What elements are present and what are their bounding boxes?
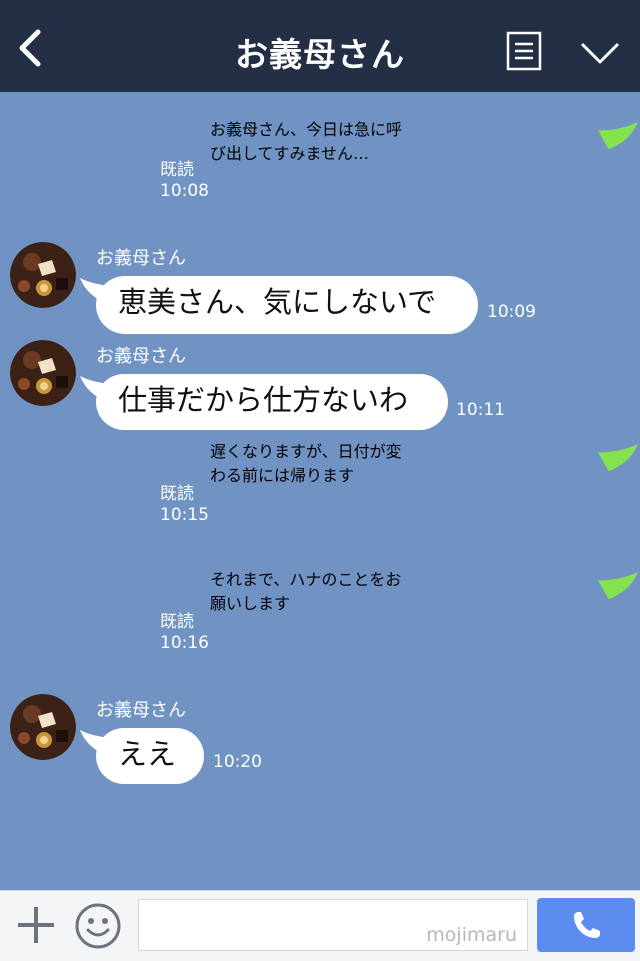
read-receipt: 既読	[160, 484, 194, 504]
message-time: 10:09	[487, 302, 536, 322]
message-bubble[interactable]: 恵美さん、気にしないで	[96, 276, 478, 334]
message-time: 10:08	[160, 181, 209, 201]
message-text-line: 遅くなりますが、日付が変	[210, 442, 402, 461]
chat-area[interactable]: 既読 10:08 お義母さん、今日は急に呼 び出してすみません… お義母さん 恵…	[0, 92, 640, 890]
sender-name: お義母さん	[96, 700, 186, 721]
message-input[interactable]: mojimaru	[138, 899, 528, 951]
sender-name: お義母さん	[96, 346, 186, 367]
avatar[interactable]	[10, 242, 76, 308]
sender-name: お義母さん	[96, 248, 186, 269]
watermark: mojimaru	[426, 924, 517, 946]
message-time: 10:16	[160, 633, 209, 653]
message-bubble[interactable]: 遅くなりますが、日付が変 わる前には帰ります	[210, 438, 622, 524]
chevron-down-icon[interactable]	[578, 38, 622, 68]
emoji-icon[interactable]	[74, 902, 122, 950]
chat-header: お義母さん	[0, 0, 640, 92]
phone-icon	[574, 912, 600, 938]
message-bubble[interactable]: ええ	[96, 728, 204, 784]
message-time: 10:20	[213, 752, 262, 772]
message-text-line: わる前には帰ります	[210, 466, 355, 485]
plus-icon[interactable]	[14, 903, 58, 947]
read-receipt: 既読	[160, 612, 194, 632]
read-receipt: 既読	[160, 160, 194, 180]
message-text-line: それまで、ハナのことをお	[210, 570, 402, 589]
message-composer: mojimaru	[0, 890, 640, 961]
message-text-line: お義母さん、今日は急に呼	[210, 120, 403, 139]
message-bubble[interactable]: お義母さん、今日は急に呼 び出してすみません…	[210, 116, 622, 202]
message-text-line: び出してすみません…	[210, 144, 370, 163]
avatar[interactable]	[10, 694, 76, 760]
message-bubble[interactable]: それまで、ハナのことをお 願いします	[210, 566, 622, 652]
message-text-line: 願いします	[210, 594, 291, 613]
list-menu-icon[interactable]	[506, 31, 542, 71]
message-time: 10:11	[456, 400, 505, 420]
chat-title: お義母さん	[235, 35, 405, 74]
message-time: 10:15	[160, 505, 209, 525]
avatar[interactable]	[10, 340, 76, 406]
message-bubble[interactable]: 仕事だから仕方ないわ	[96, 374, 448, 430]
call-button[interactable]	[537, 898, 635, 952]
